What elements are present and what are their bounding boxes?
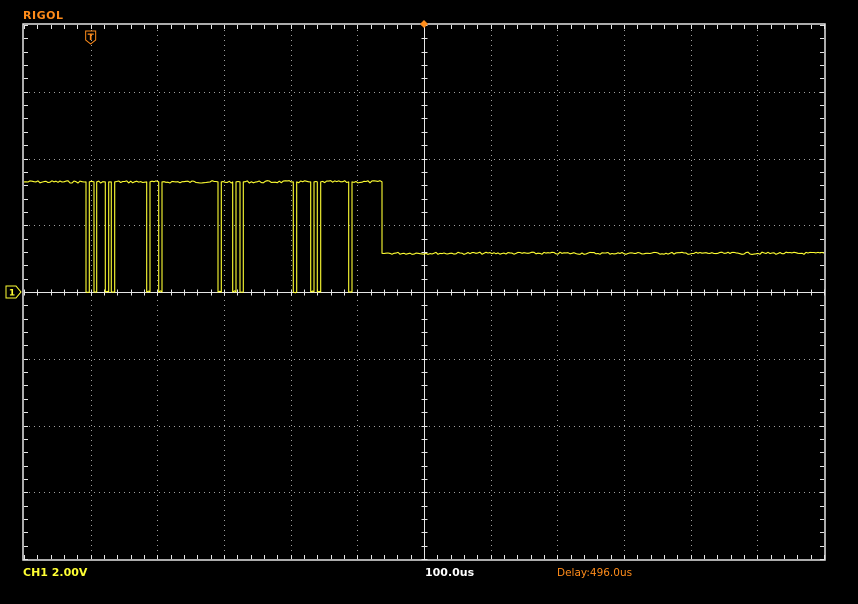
- delay-readout: Delay:496.0us: [557, 567, 633, 579]
- graticule: [22, 23, 826, 561]
- timebase-readout: 100.0us: [425, 566, 475, 579]
- center-delay-marker-shape: [420, 20, 428, 28]
- oscilloscope-display: T1: [5, 20, 826, 561]
- center-delay-icon: [420, 20, 428, 28]
- brand-logo: RIGOL: [23, 9, 64, 22]
- trigger-marker-label: T: [88, 33, 95, 43]
- channel-ground-icon: 1: [5, 285, 22, 299]
- channel-1-scale-readout: CH1 2.00V: [23, 566, 88, 579]
- trigger-position-icon: T: [85, 30, 97, 45]
- ground-marker-label: 1: [9, 289, 15, 299]
